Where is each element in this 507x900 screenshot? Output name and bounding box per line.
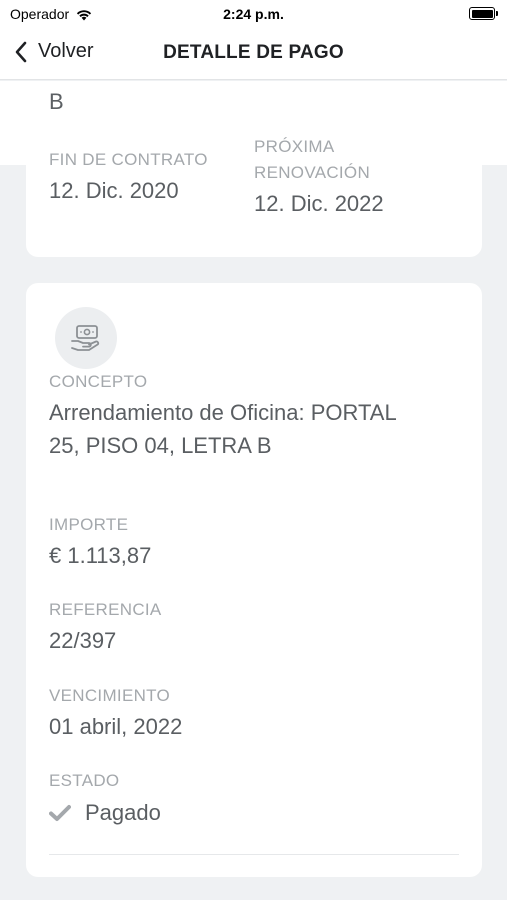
status-bar: Operador 2:24 p.m.	[0, 0, 507, 28]
navigation-bar: Volver DETALLE DE PAGO	[0, 28, 507, 80]
status-value-row: Pagado	[49, 797, 161, 829]
status-label: ESTADO	[49, 771, 120, 790]
renewal-label-line1: PRÓXIMA	[254, 137, 335, 156]
reference-value: 22/397	[49, 628, 117, 653]
payment-icon-circle	[55, 307, 117, 369]
concept-value-line2: 25, PISO 04, LETRA B	[49, 433, 272, 458]
end-contract-value: 12. Dic. 2020	[49, 178, 179, 203]
due-date-label: VENCIMIENTO	[49, 686, 171, 705]
status-value: Pagado	[85, 800, 161, 825]
status-time: 2:24 p.m.	[223, 6, 284, 22]
partial-text: B	[49, 89, 64, 114]
battery-icon	[469, 7, 498, 20]
cash-hand-icon	[71, 325, 100, 351]
renewal-value: 12. Dic. 2022	[254, 191, 384, 216]
concept-value-line1: Arrendamiento de Oficina: PORTAL	[49, 400, 397, 425]
reference-label: REFERENCIA	[49, 600, 162, 619]
checkmark-icon	[49, 805, 71, 821]
amount-value: € 1.113,87	[49, 543, 152, 568]
page-title: DETALLE DE PAGO	[163, 42, 344, 63]
amount-label: IMPORTE	[49, 515, 129, 534]
due-date-value: 01 abril, 2022	[49, 714, 183, 739]
concept-label: CONCEPTO	[49, 372, 148, 391]
end-contract-label: FIN DE CONTRATO	[49, 150, 208, 169]
divider	[49, 854, 459, 855]
renewal-label-line2: RENOVACIÓN	[254, 163, 371, 182]
content-scroll[interactable]: B FIN DE CONTRATO 12. Dic. 2020 PRÓXIMA …	[0, 81, 507, 900]
